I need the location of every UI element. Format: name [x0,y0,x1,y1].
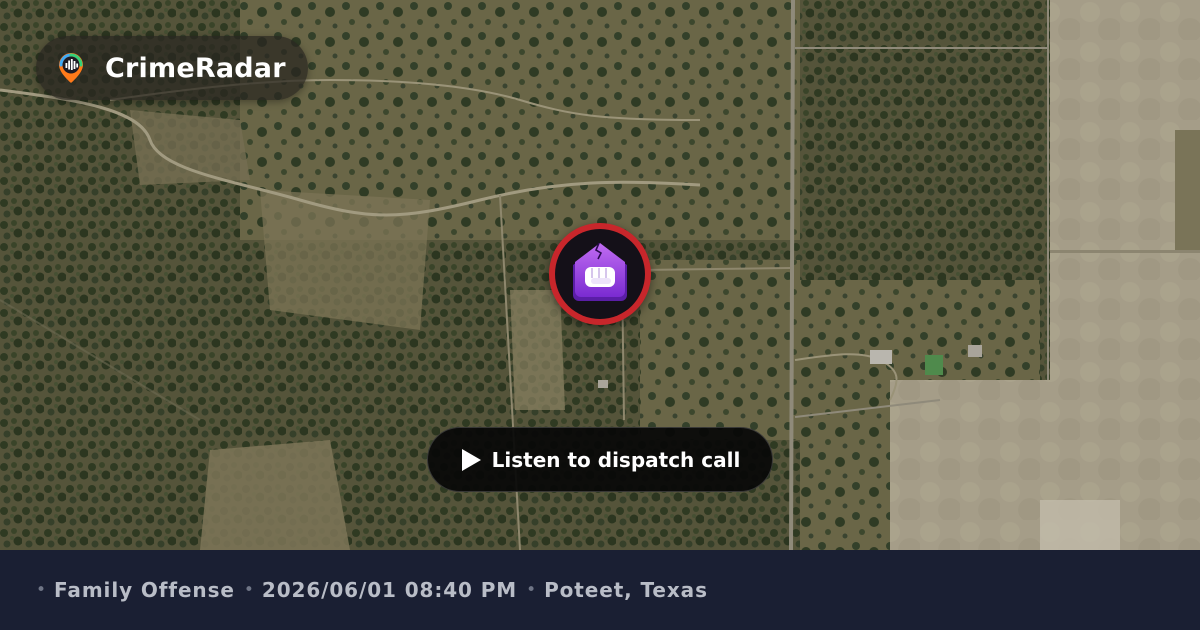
share-card: CrimeRadar Listen to dispatch call • Fam… [0,0,1200,630]
footer-separator: • [526,580,537,600]
footer-separator: • [36,580,47,600]
crimeradar-logo-icon [56,51,86,85]
incident-location: Poteet, Texas [544,578,708,602]
footer-separator: • [243,580,254,600]
play-icon [460,448,482,472]
incident-datetime: 2026/06/01 08:40 PM [261,578,518,602]
incident-marker[interactable] [549,223,651,325]
listen-dispatch-button[interactable]: Listen to dispatch call [427,427,773,492]
incident-category: Family Offense [54,578,235,602]
listen-button-label: Listen to dispatch call [491,447,741,472]
incident-footer: • Family Offense • 2026/06/01 08:40 PM •… [0,550,1200,630]
brand-name: CrimeRadar [105,52,286,84]
family-offense-icon [573,242,627,301]
incident-marker-face [555,229,645,319]
brand-badge[interactable]: CrimeRadar [36,36,308,100]
